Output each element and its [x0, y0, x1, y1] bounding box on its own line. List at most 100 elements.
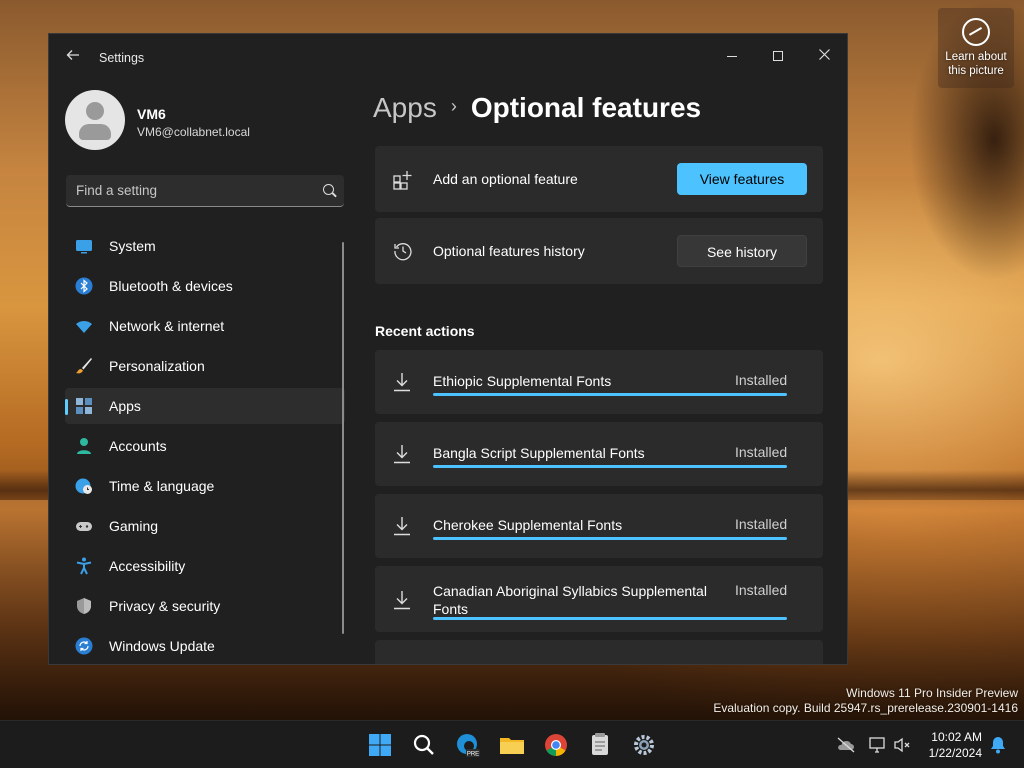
accessibility-icon [76, 557, 92, 575]
add-feature-card: Add an optional feature View features [375, 146, 823, 212]
sidebar-item-label: Accessibility [109, 558, 186, 574]
minimize-button[interactable] [709, 40, 755, 70]
progress-bar [433, 617, 787, 620]
taskbar: PRE 10:02 AM 1/22/2024 [0, 720, 1024, 768]
apps-icon [76, 398, 92, 414]
history-icon [394, 243, 412, 261]
chevron-right-icon: › [450, 96, 457, 116]
settings-window: Settings VM6 VM6@collabnet.local System … [48, 33, 848, 665]
avatar-body [79, 124, 111, 140]
recent-action-status: Installed [735, 444, 788, 460]
sidebar-item-network[interactable]: Network & internet [65, 308, 345, 344]
download-icon [394, 517, 410, 536]
camera-info-icon [962, 18, 990, 46]
sidebar-item-system[interactable]: System [65, 228, 345, 264]
file-explorer-icon[interactable] [496, 729, 528, 761]
sidebar-item-accounts[interactable]: Accounts [65, 428, 345, 464]
sidebar-item-label: Time & language [109, 478, 215, 494]
recent-actions-heading: Recent actions [375, 323, 475, 339]
view-features-button[interactable]: View features [677, 163, 807, 195]
update-icon [75, 637, 93, 655]
sidebar-item-label: Personalization [109, 358, 205, 374]
recent-action-item[interactable]: Canadian Aboriginal Syllabics Supplement… [375, 566, 823, 632]
sidebar-item-label: Gaming [109, 518, 159, 534]
sidebar-item-label: Apps [109, 398, 141, 414]
clock-date: 1/22/2024 [928, 746, 982, 760]
edge-preview-icon[interactable]: PRE [452, 729, 484, 761]
recent-action-name: Cherokee Supplemental Fonts [433, 517, 623, 533]
history-label: Optional features history [433, 243, 585, 259]
taskbar-search-icon[interactable] [408, 729, 440, 761]
sidebar-item-accessibility[interactable]: Accessibility [65, 548, 345, 584]
download-icon [394, 445, 410, 464]
system-icon [76, 240, 92, 254]
sidebar-item-gaming[interactable]: Gaming [65, 508, 345, 544]
sidebar-scrollbar[interactable] [342, 242, 344, 634]
wifi-icon [76, 321, 92, 333]
window-title: Settings [99, 51, 145, 65]
download-icon [394, 373, 410, 392]
sidebar-item-label: Privacy & security [109, 598, 221, 614]
recent-action-item[interactable]: Bangla Script Supplemental Fonts Install… [375, 422, 823, 486]
sidebar-item-bluetooth[interactable]: Bluetooth & devices [65, 268, 345, 304]
watermark-line2: Evaluation copy. Build 25947.rs_prerelea… [713, 701, 1018, 715]
sidebar-item-label: Network & internet [109, 318, 225, 334]
history-card: Optional features history See history [375, 218, 823, 284]
person-icon [77, 438, 91, 454]
network-icon[interactable] [868, 735, 888, 755]
progress-bar [433, 465, 787, 468]
sidebar-item-privacy[interactable]: Privacy & security [65, 588, 345, 624]
recent-action-item[interactable]: Ethiopic Supplemental Fonts Installed [375, 350, 823, 414]
back-button[interactable] [63, 48, 83, 68]
notification-bell-icon[interactable] [988, 735, 1008, 755]
notepad-icon[interactable] [584, 729, 616, 761]
close-icon [818, 49, 830, 60]
arrow-left-icon [66, 50, 79, 60]
add-feature-label: Add an optional feature [433, 171, 578, 187]
start-button[interactable] [364, 729, 396, 761]
download-icon [394, 591, 410, 610]
breadcrumb-parent[interactable]: Apps [373, 92, 437, 123]
chrome-icon[interactable] [540, 729, 572, 761]
desktop-watermark: Windows 11 Pro Insider Preview Evaluatio… [713, 686, 1018, 716]
recent-action-status: Installed [735, 582, 788, 598]
recent-action-name: Canadian Aboriginal Syllabics Supplement… [433, 583, 707, 617]
learn-text-line2: this picture [948, 65, 1004, 77]
search-icon[interactable] [323, 184, 334, 195]
recent-action-status: Installed [735, 516, 788, 532]
taskbar-clock[interactable]: 10:02 AM 1/22/2024 [920, 729, 982, 761]
close-button[interactable] [801, 40, 847, 70]
sidebar-item-label: Accounts [109, 438, 167, 454]
search-input[interactable] [76, 175, 316, 206]
globe-clock-icon [75, 478, 92, 494]
sidebar-item-label: Windows Update [109, 638, 215, 654]
add-apps-icon [393, 171, 412, 190]
onedrive-offline-icon[interactable] [836, 735, 856, 755]
watermark-line1: Windows 11 Pro Insider Preview [846, 686, 1018, 700]
gamepad-icon [76, 522, 92, 531]
settings-taskbar-icon[interactable] [628, 729, 660, 761]
recent-action-item[interactable]: Cherokee Supplemental Fonts Installed [375, 494, 823, 558]
shield-icon [77, 598, 91, 614]
volume-muted-icon[interactable] [892, 735, 912, 755]
learn-about-picture-button[interactable]: Learn about this picture [938, 8, 1014, 88]
sidebar-item-label: Bluetooth & devices [109, 278, 233, 294]
sidebar-item-personalization[interactable]: Personalization [65, 348, 345, 384]
title-bar: Settings [49, 34, 847, 82]
progress-bar [433, 393, 787, 396]
sidebar-item-time-language[interactable]: Time & language [65, 468, 345, 504]
see-history-button[interactable]: See history [677, 235, 807, 267]
recent-action-name: Ethiopic Supplemental Fonts [433, 373, 612, 389]
user-name: VM6 [137, 106, 166, 122]
avatar[interactable] [65, 90, 125, 150]
maximize-button[interactable] [755, 40, 801, 70]
sidebar-item-windows-update[interactable]: Windows Update [65, 628, 345, 664]
recent-action-item-partial[interactable] [375, 640, 823, 664]
sidebar-item-apps[interactable]: Apps [65, 388, 345, 424]
search-box [66, 175, 344, 207]
recent-action-status: Installed [735, 372, 788, 388]
page-title: Optional features [470, 92, 702, 123]
maximize-icon [773, 51, 783, 62]
recent-action-name: Bangla Script Supplemental Fonts [433, 445, 645, 461]
clock-time: 10:02 AM [931, 730, 982, 744]
